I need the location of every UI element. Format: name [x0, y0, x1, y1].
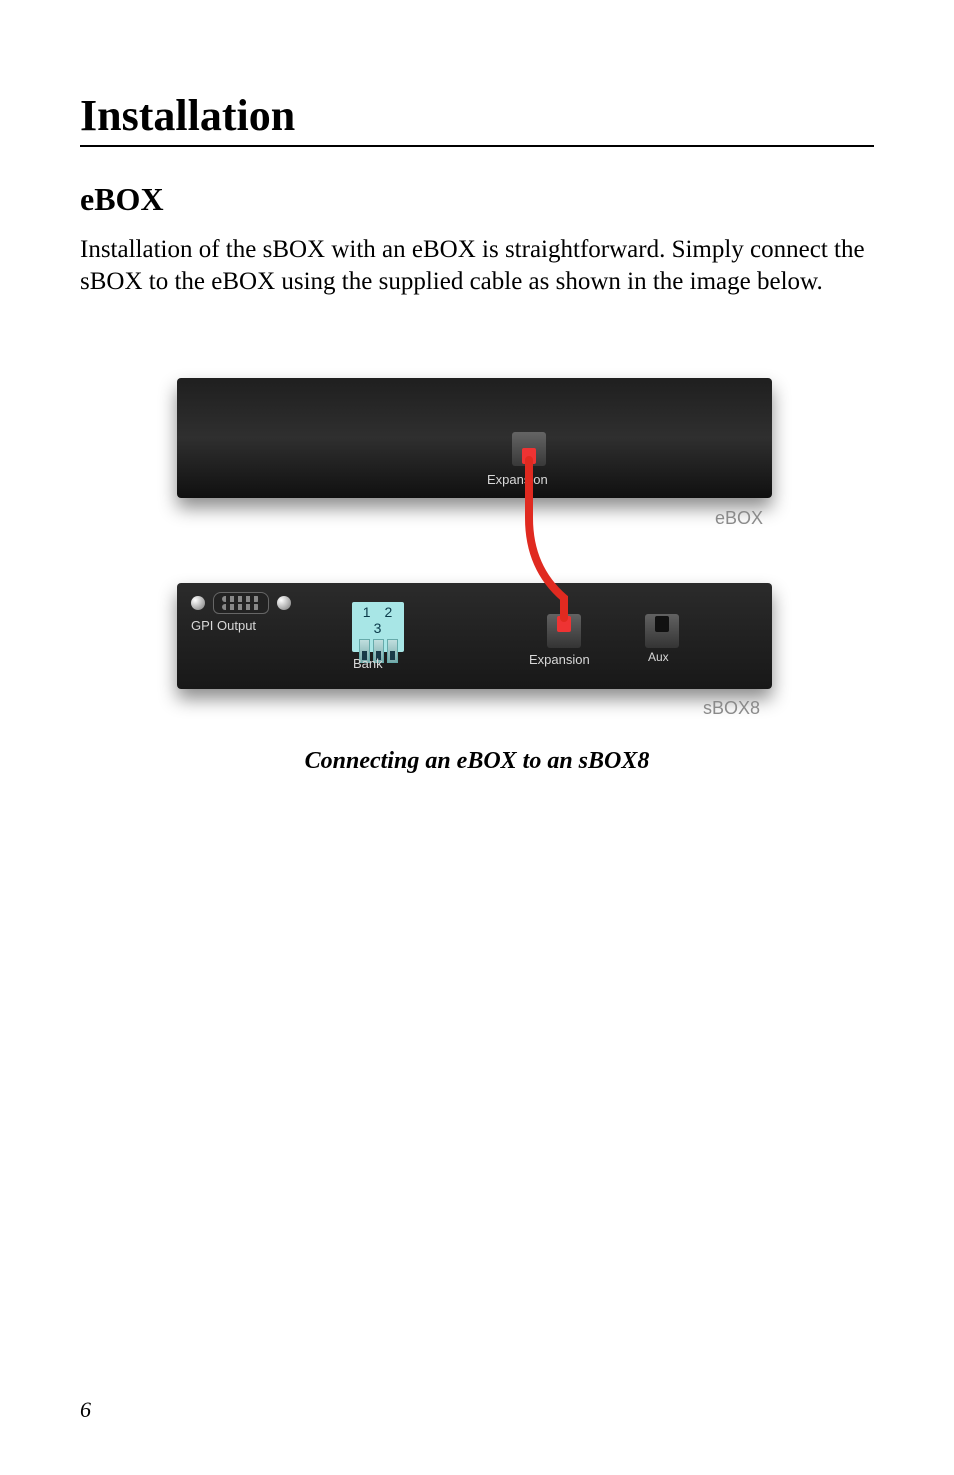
sbox-expansion-port	[547, 614, 581, 648]
sbox-aux-jack	[655, 616, 669, 632]
figure-caption: Connecting an eBOX to an sBOX8	[305, 748, 650, 775]
screw-icon	[277, 596, 291, 610]
ebox-unit	[177, 378, 772, 498]
sbox-aux-port	[645, 614, 679, 648]
sbox-expansion-jack	[557, 616, 571, 632]
page-number: 6	[80, 1397, 91, 1423]
heading-installation: Installation	[80, 90, 874, 147]
ebox-jack	[522, 448, 536, 464]
ebox-name-label: eBOX	[715, 508, 763, 529]
ebox-expansion-port	[512, 432, 546, 466]
bank-dip-switch: 1 2 3	[352, 602, 404, 652]
figure: Expansion eBOX GPI Output 1 2 3 Bank	[80, 368, 874, 775]
gpi-output-label: GPI Output	[191, 618, 256, 633]
sbox-aux-label: Aux	[648, 650, 669, 664]
connection-diagram: Expansion eBOX GPI Output 1 2 3 Bank	[167, 368, 787, 738]
bank-label: Bank	[353, 656, 383, 671]
intro-paragraph: Installation of the sBOX with an eBOX is…	[80, 234, 874, 298]
ebox-port-label: Expansion	[487, 472, 548, 487]
dsub-connector-icon	[213, 592, 269, 614]
bank-numbers: 1 2 3	[352, 604, 404, 636]
gpi-output-connector	[191, 592, 291, 614]
heading-ebox: eBOX	[80, 181, 874, 218]
sbox-expansion-label: Expansion	[529, 652, 590, 667]
page: Installation eBOX Installation of the sB…	[0, 0, 954, 1475]
dip-switch-icon	[387, 639, 398, 663]
screw-icon	[191, 596, 205, 610]
sbox-name-label: sBOX8	[703, 698, 760, 719]
